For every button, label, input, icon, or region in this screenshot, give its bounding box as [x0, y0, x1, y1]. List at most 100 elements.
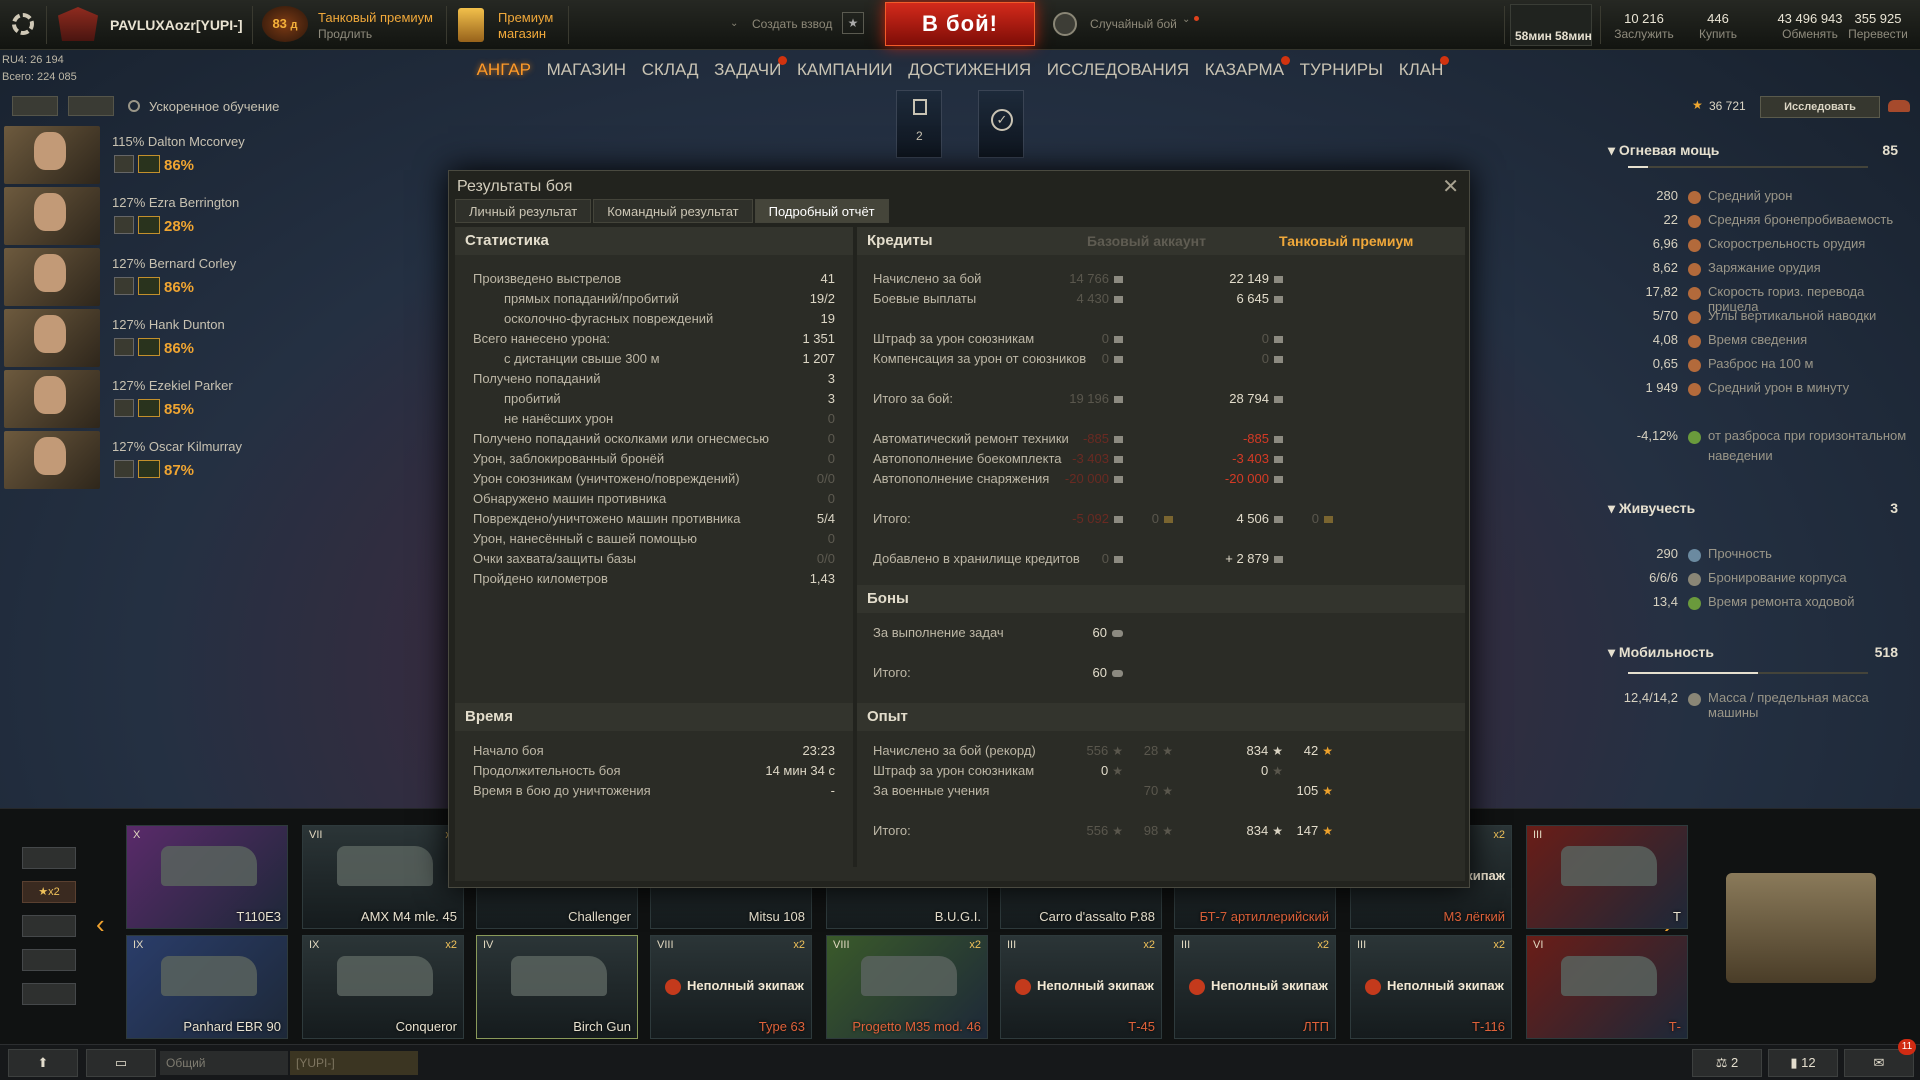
- nav-depot[interactable]: СКЛАД: [642, 60, 699, 80]
- create-platoon-button[interactable]: Создать взвод: [752, 17, 832, 31]
- crew-book-button[interactable]: [68, 96, 114, 116]
- settings-gear-icon[interactable]: [12, 13, 34, 35]
- checkmark-widget[interactable]: ✓: [978, 90, 1024, 158]
- stats-counter[interactable]: ▮ 12: [1768, 1049, 1838, 1077]
- level-suffix: д: [290, 19, 298, 31]
- premium-title[interactable]: Танковый премиум: [318, 10, 433, 25]
- tank-card[interactable]: IX x2 Conqueror: [302, 935, 464, 1039]
- crew-member[interactable]: 127% Oscar Kilmurray 87%: [4, 431, 264, 489]
- credit-icon: [1274, 356, 1283, 364]
- timer-2: 58мин: [1555, 29, 1592, 43]
- nav-achievements[interactable]: ДОСТИЖЕНИЯ: [908, 60, 1031, 80]
- chat-channel-clan[interactable]: [YUPI-]: [290, 1051, 418, 1075]
- nav-campaigns[interactable]: КАМПАНИИ: [797, 60, 893, 80]
- tank-card[interactable]: III x2 Неполный экипаж ЛТП: [1174, 935, 1336, 1039]
- tank-card[interactable]: VI Т-: [1526, 935, 1688, 1039]
- filter-x2-button[interactable]: ★x2: [22, 881, 76, 903]
- mobility-header[interactable]: ▾ Мобильность: [1608, 644, 1714, 661]
- tank-card[interactable]: III Т: [1526, 825, 1688, 929]
- premium-extend-link[interactable]: Продлить: [318, 27, 372, 41]
- crew-member[interactable]: 127% Hank Dunton 86%: [4, 309, 264, 367]
- time-label: Время в бою до уничтожения: [473, 783, 651, 798]
- credit-icon: [1114, 436, 1123, 444]
- earn-link[interactable]: Заслужить: [1604, 27, 1684, 41]
- free-xp-counter[interactable]: 10 216 Заслужить: [1604, 11, 1684, 41]
- filter-tank-button[interactable]: [22, 847, 76, 869]
- stats-count: 12: [1801, 1055, 1816, 1070]
- xp-base: 556 ★: [1087, 743, 1123, 758]
- training-icon: [138, 216, 160, 234]
- nav-missions[interactable]: ЗАДАЧИ: [714, 56, 788, 80]
- param-row: 17,82 Скорость гориз. перевода прицела: [1598, 284, 1908, 314]
- tank-card-selected[interactable]: IV Birch Gun: [476, 935, 638, 1039]
- tab-detailed[interactable]: Подробный отчёт: [754, 199, 889, 223]
- tank-card[interactable]: VIII x2 Progetto M35 mod. 46: [826, 935, 988, 1039]
- mission-widget[interactable]: 2: [896, 90, 942, 158]
- firepower-header[interactable]: ▾ Огневая мощь: [1608, 142, 1719, 159]
- param-label: Заряжание орудия: [1708, 260, 1821, 275]
- gold-counter[interactable]: 446 Купить: [1688, 11, 1748, 41]
- bond-value: 60: [1093, 665, 1123, 680]
- buy-link[interactable]: Купить: [1688, 27, 1748, 41]
- premium-shop-label-2[interactable]: магазин: [498, 26, 546, 41]
- filter-event2-button[interactable]: [22, 983, 76, 1005]
- filter-event-button[interactable]: [22, 949, 76, 971]
- tank-card[interactable]: X T110E3: [126, 825, 288, 929]
- tank-card[interactable]: III x2 Неполный экипаж Т-116: [1350, 935, 1512, 1039]
- chat-button[interactable]: ▭: [86, 1049, 156, 1077]
- premium-shop-icon[interactable]: [458, 8, 484, 42]
- aim-time-icon: [1688, 335, 1701, 348]
- nav-tournaments[interactable]: ТУРНИРЫ: [1300, 60, 1383, 80]
- tab-personal[interactable]: Личный результат: [455, 199, 592, 223]
- filter-premium-button[interactable]: [22, 915, 76, 937]
- loot-box-icon[interactable]: [1726, 873, 1876, 983]
- battle-mode-select[interactable]: Случайный бой: [1090, 17, 1177, 31]
- crew-view-button[interactable]: [12, 96, 58, 116]
- premium-shop-label-1[interactable]: Премиум: [498, 10, 553, 25]
- tank-card[interactable]: III x2 Неполный экипаж Т-45: [1000, 935, 1162, 1039]
- param-value: 6/6/6: [1649, 570, 1678, 585]
- platoon-counter[interactable]: ⚖ 2: [1692, 1049, 1762, 1077]
- menu-up-button[interactable]: ⬆: [8, 1049, 78, 1077]
- level-badge[interactable]: 83 д: [262, 6, 308, 42]
- time-row: Начало боя 23:23: [473, 743, 835, 761]
- stat-value: 19: [820, 311, 835, 326]
- accelerated-training-label[interactable]: Ускоренное обучение: [149, 99, 279, 114]
- carousel-left-arrow[interactable]: ‹: [96, 909, 105, 940]
- nav-hangar[interactable]: АНГАР: [477, 60, 531, 80]
- tank-card[interactable]: IX Panhard EBR 90: [126, 935, 288, 1039]
- tab-team[interactable]: Командный результат: [593, 199, 753, 223]
- credit-icon: [1114, 396, 1123, 404]
- survival-header[interactable]: ▾ Живучесть: [1608, 500, 1695, 517]
- credit-base-value: -3 403: [1072, 451, 1123, 466]
- bonds-list: За выполнение задач 60 Итого: 60: [873, 625, 1453, 685]
- player-name[interactable]: PAVLUXAozr[YUPI-]: [110, 17, 242, 33]
- credit-icon: [1114, 296, 1123, 304]
- battle-mode-icon[interactable]: [1053, 12, 1077, 36]
- chevron-down-icon[interactable]: ⌄: [1182, 14, 1190, 25]
- crew-member[interactable]: 127% Bernard Corley 86%: [4, 248, 264, 306]
- platoon-star-icon[interactable]: ★: [842, 12, 864, 34]
- crew-member[interactable]: 127% Ezra Berrington 28%: [4, 187, 264, 245]
- nav-clan[interactable]: КЛАН: [1399, 56, 1450, 80]
- xp-counter[interactable]: 355 925 Перевести: [1836, 11, 1920, 41]
- chevron-down-icon[interactable]: ⌄: [730, 18, 738, 29]
- crew-member[interactable]: 115% Dalton Mccorvey 86%: [4, 126, 264, 184]
- crew-member[interactable]: 127% Ezekiel Parker 85%: [4, 370, 264, 428]
- nav-barracks[interactable]: КАЗАРМА: [1205, 56, 1291, 80]
- tank-card[interactable]: VIIx2AMX M4 mle. 45: [302, 825, 464, 929]
- nav-research[interactable]: ИССЛЕДОВАНИЯ: [1047, 60, 1189, 80]
- player-emblem-icon[interactable]: [58, 7, 98, 41]
- crew-pct: 28%: [164, 218, 195, 235]
- tank-card[interactable]: VIII x2 Неполный экипаж Type 63: [650, 935, 812, 1039]
- param-label: Углы вертикальной наводки: [1708, 308, 1877, 323]
- battle-button[interactable]: В бой!: [885, 2, 1035, 46]
- xp-list: Начислено за бой (рекорд) 556 ★ 28 ★ 834 ★ …: [873, 743, 1453, 843]
- timer-badge[interactable]: 58мин 58мин: [1510, 4, 1592, 46]
- close-icon[interactable]: ✕: [1442, 174, 1459, 199]
- stat-label: Урон, нанесённый с вашей помощью: [473, 531, 697, 546]
- nav-shop[interactable]: МАГАЗИН: [547, 60, 626, 80]
- chat-channel-general[interactable]: Общий: [160, 1051, 288, 1075]
- transfer-link[interactable]: Перевести: [1836, 27, 1920, 41]
- accelerated-training-icon[interactable]: [128, 100, 140, 112]
